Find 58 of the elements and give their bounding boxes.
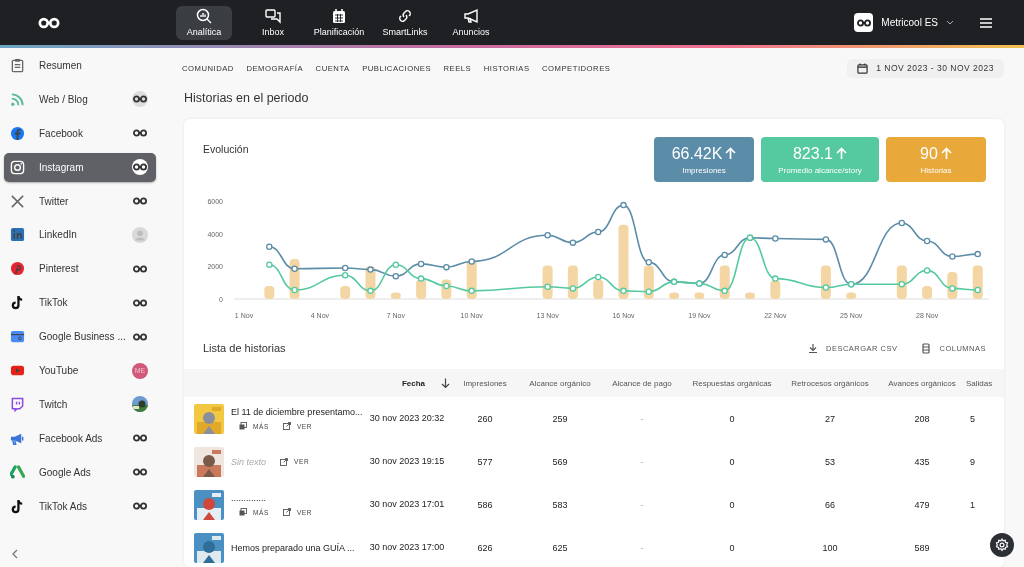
table-cell: 625 xyxy=(552,542,568,553)
stat-label: Promedio alcance/story xyxy=(778,165,862,175)
table-cell: 586 xyxy=(477,499,493,510)
table-cell: 259 xyxy=(552,413,568,424)
table-cell: 27 xyxy=(825,413,835,424)
table-cell: 583 xyxy=(552,499,568,510)
table-cell: 1 xyxy=(970,499,975,510)
section-title: Lista de historias xyxy=(203,342,286,354)
sidebar-label: YouTube xyxy=(39,365,80,376)
table-cell: 9 xyxy=(970,456,975,467)
stat-value: 66.42K xyxy=(671,144,723,163)
sidebar-label: Pinterest xyxy=(39,263,80,275)
sidebar-label: LinkedIn xyxy=(39,229,78,241)
table-cell: 577 xyxy=(477,456,493,467)
table-cell: 435 xyxy=(914,456,930,467)
table-cell: 100 xyxy=(822,542,838,553)
sidebar-label: Facebook xyxy=(39,127,84,139)
table-cell: 626 xyxy=(477,542,493,553)
table-cell: 479 xyxy=(914,499,930,510)
table-cell: 53 xyxy=(825,456,835,467)
story-caption: Sin texto xyxy=(231,456,267,467)
sidebar-label: Instagram xyxy=(39,161,85,173)
sidebar-label: Web / Blog xyxy=(39,93,89,105)
stat-value: 823.1 xyxy=(792,144,833,163)
table-cell: 569 xyxy=(552,456,568,467)
section-title: Evolución xyxy=(203,143,249,157)
page-title: Historias en el periodo xyxy=(184,91,310,107)
table-cell: 30 nov 2023 17:00 xyxy=(369,541,445,554)
table-cell: - xyxy=(640,413,644,424)
table-cell: - xyxy=(640,542,644,553)
table-cell: 589 xyxy=(914,542,930,553)
table-cell: - xyxy=(640,456,644,467)
sidebar-label: Twitter xyxy=(39,195,70,207)
stat-label: Historias xyxy=(920,165,952,175)
table-cell: 66 xyxy=(825,499,835,510)
sidebar-label: Google Business ... xyxy=(39,331,127,343)
table-cell: 0 xyxy=(729,413,735,424)
table-cell: 30 nov 2023 20:32 xyxy=(369,412,445,425)
table-cell: 30 nov 2023 17:01 xyxy=(369,498,445,511)
table-cell: 0 xyxy=(729,456,735,467)
stat-label: Impresiones xyxy=(682,165,726,175)
sidebar-label: Resumen xyxy=(39,60,83,71)
table-cell: 5 xyxy=(970,413,975,424)
sidebar-label: Facebook Ads xyxy=(39,432,104,444)
stat-value: 90 xyxy=(920,144,938,163)
story-caption: .............. xyxy=(231,493,266,503)
table-cell: 260 xyxy=(477,413,493,424)
table-cell: - xyxy=(640,499,644,510)
table-cell: 30 nov 2023 19:15 xyxy=(369,455,445,468)
story-caption: El 11 de diciembre presentamo... xyxy=(231,407,363,417)
table-cell: 0 xyxy=(729,542,735,553)
sidebar-label: TikTok xyxy=(39,297,69,309)
table-cell: 208 xyxy=(914,413,930,424)
story-caption: Hemos preparado una GUÍA ... xyxy=(231,542,355,553)
sidebar-label: TikTok Ads xyxy=(39,500,88,512)
sidebar-label: Twitch xyxy=(39,398,69,410)
sidebar-label: Google Ads xyxy=(39,466,92,478)
table-cell: 0 xyxy=(729,499,735,510)
